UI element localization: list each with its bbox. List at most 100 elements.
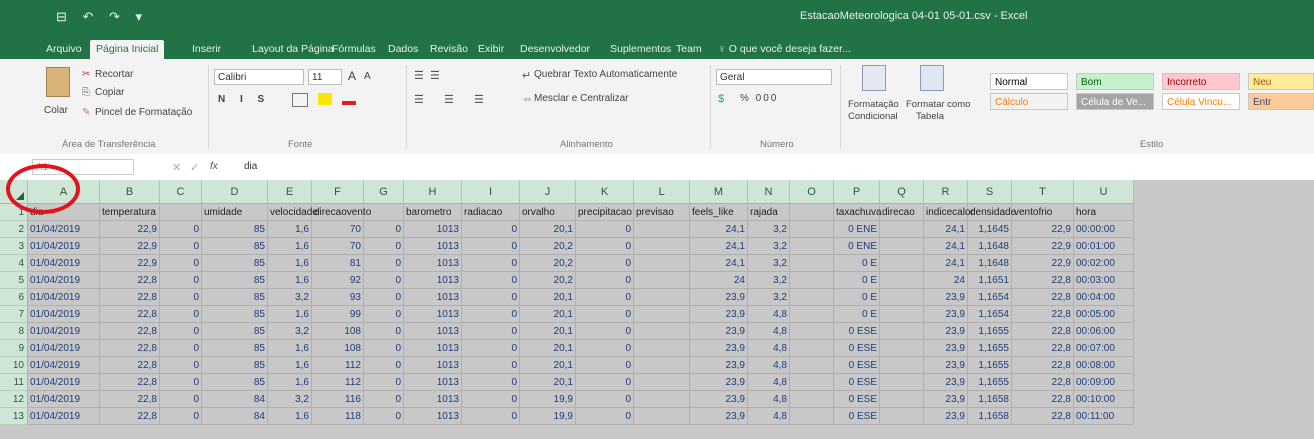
table-cell[interactable]: 1013 — [404, 238, 462, 255]
column-header[interactable]: T — [1012, 180, 1074, 204]
table-cell[interactable]: 24,1 — [924, 238, 968, 255]
table-cell[interactable]: 22,8 — [1012, 323, 1074, 340]
style-neutral[interactable]: Neu — [1248, 73, 1314, 90]
table-cell[interactable]: 1,1654 — [968, 289, 1012, 306]
table-cell[interactable]: 0 — [576, 357, 634, 374]
table-cell[interactable]: 3,2 — [748, 272, 790, 289]
table-cell[interactable]: 01/04/2019 — [28, 289, 100, 306]
table-cell[interactable]: 22,8 — [100, 408, 160, 425]
column-header[interactable]: I — [462, 180, 520, 204]
table-cell[interactable]: 0 — [462, 340, 520, 357]
table-cell[interactable]: 112 — [312, 357, 364, 374]
style-input[interactable]: Entr — [1248, 93, 1314, 110]
table-cell[interactable]: 3,2 — [748, 221, 790, 238]
style-bad[interactable]: Incorreto — [1162, 73, 1240, 90]
table-cell[interactable]: 0 — [364, 357, 404, 374]
table-cell[interactable]: 1013 — [404, 357, 462, 374]
table-cell[interactable]: 1,6 — [268, 272, 312, 289]
table-cell[interactable]: 20,1 — [520, 357, 576, 374]
format-as-table-label-1[interactable]: Formatar como — [906, 99, 970, 110]
row-header[interactable]: 7 — [0, 306, 28, 323]
table-cell[interactable]: 20,1 — [520, 374, 576, 391]
table-cell[interactable] — [790, 357, 834, 374]
table-cell[interactable]: 24,1 — [924, 221, 968, 238]
table-cell[interactable]: 1013 — [404, 255, 462, 272]
table-cell[interactable]: 00:07:00 — [1074, 340, 1134, 357]
style-good[interactable]: Bom — [1076, 73, 1154, 90]
table-cell[interactable]: 01/04/2019 — [28, 221, 100, 238]
table-cell[interactable]: 24,1 — [690, 221, 748, 238]
table-cell[interactable]: 22,9 — [100, 221, 160, 238]
table-cell[interactable]: 23,9 — [924, 357, 968, 374]
row-header[interactable]: 6 — [0, 289, 28, 306]
table-cell[interactable]: 0 — [576, 306, 634, 323]
row-header[interactable]: 10 — [0, 357, 28, 374]
header-cell[interactable]: feels_like — [690, 204, 748, 221]
table-cell[interactable] — [790, 289, 834, 306]
table-cell[interactable]: 22,8 — [100, 289, 160, 306]
table-cell[interactable]: 3,2 — [748, 238, 790, 255]
table-cell[interactable]: 85 — [202, 289, 268, 306]
table-cell[interactable]: 92 — [312, 272, 364, 289]
table-cell[interactable]: 85 — [202, 255, 268, 272]
table-cell[interactable]: 22,8 — [100, 374, 160, 391]
table-cell[interactable]: 24,1 — [690, 238, 748, 255]
table-cell[interactable]: 0 — [364, 323, 404, 340]
table-cell[interactable]: 1,6 — [268, 306, 312, 323]
table-cell[interactable] — [634, 221, 690, 238]
table-cell[interactable]: 22,8 — [100, 340, 160, 357]
table-cell[interactable]: 22,9 — [1012, 238, 1074, 255]
table-cell[interactable]: 23,9 — [924, 289, 968, 306]
table-cell[interactable] — [634, 340, 690, 357]
table-cell[interactable]: 20,1 — [520, 289, 576, 306]
wrap-text-button[interactable]: Quebrar Texto Automaticamente — [534, 69, 677, 80]
row-header[interactable]: 9 — [0, 340, 28, 357]
table-cell[interactable]: 1,1658 — [968, 408, 1012, 425]
table-cell[interactable]: 00:10:00 — [1074, 391, 1134, 408]
table-cell[interactable]: 24 — [924, 272, 968, 289]
tab-desenvolvedor[interactable]: Desenvolvedor — [514, 40, 596, 59]
table-cell[interactable]: 23,9 — [690, 289, 748, 306]
borders-icon[interactable] — [292, 93, 308, 107]
column-header[interactable]: G — [364, 180, 404, 204]
column-header[interactable]: D — [202, 180, 268, 204]
table-cell[interactable]: 22,8 — [1012, 289, 1074, 306]
header-cell[interactable]: direcao — [880, 204, 924, 221]
table-cell[interactable]: 22,9 — [1012, 255, 1074, 272]
table-cell[interactable]: 0 ESE — [834, 408, 880, 425]
table-cell[interactable]: 1013 — [404, 221, 462, 238]
table-cell[interactable] — [790, 272, 834, 289]
table-cell[interactable]: 01/04/2019 — [28, 306, 100, 323]
row-header[interactable]: 2 — [0, 221, 28, 238]
table-cell[interactable]: 0 — [576, 238, 634, 255]
table-cell[interactable] — [880, 323, 924, 340]
table-cell[interactable]: 22,8 — [100, 357, 160, 374]
table-cell[interactable]: 4,8 — [748, 374, 790, 391]
table-cell[interactable] — [790, 255, 834, 272]
table-cell[interactable] — [880, 340, 924, 357]
table-cell[interactable]: 22,8 — [100, 272, 160, 289]
table-cell[interactable]: 0 — [462, 306, 520, 323]
table-cell[interactable]: 22,8 — [100, 323, 160, 340]
table-cell[interactable]: 01/04/2019 — [28, 323, 100, 340]
font-size-dropdown[interactable]: 11 — [308, 69, 342, 85]
tab-revisao[interactable]: Revisão — [424, 40, 474, 59]
format-painter-button[interactable]: Pincel de Formatação — [95, 107, 192, 118]
table-cell[interactable]: 23,9 — [924, 374, 968, 391]
table-cell[interactable]: 84 — [202, 408, 268, 425]
table-cell[interactable]: 0 — [364, 391, 404, 408]
table-cell[interactable]: 3,2 — [268, 289, 312, 306]
conditional-formatting-icon[interactable] — [862, 65, 886, 91]
table-cell[interactable]: 0 — [364, 340, 404, 357]
column-header[interactable]: K — [576, 180, 634, 204]
table-cell[interactable] — [880, 357, 924, 374]
table-cell[interactable]: 84 — [202, 391, 268, 408]
table-cell[interactable]: 0 — [160, 238, 202, 255]
header-cell[interactable]: temperatura — [100, 204, 160, 221]
table-cell[interactable]: 0 E — [834, 289, 880, 306]
table-cell[interactable] — [790, 238, 834, 255]
table-cell[interactable]: 22,8 — [100, 391, 160, 408]
table-cell[interactable]: 22,9 — [100, 238, 160, 255]
table-cell[interactable]: 0 — [364, 221, 404, 238]
table-cell[interactable]: 00:08:00 — [1074, 357, 1134, 374]
